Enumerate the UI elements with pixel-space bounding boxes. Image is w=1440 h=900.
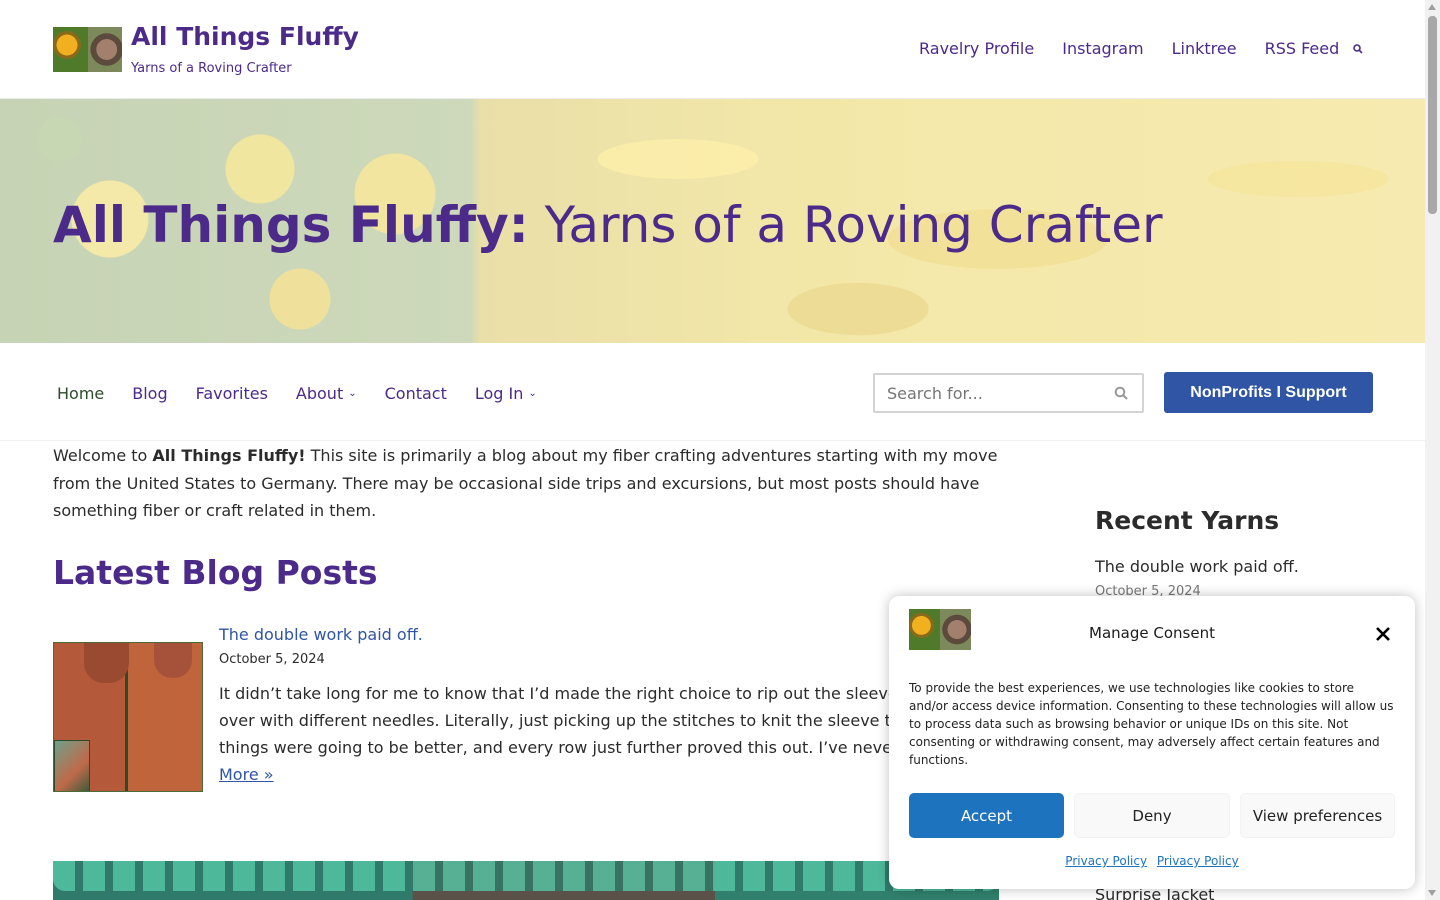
consent-links: Privacy Policy Privacy Policy: [889, 854, 1415, 868]
scroll-down-arrow-icon[interactable]: [1428, 890, 1436, 896]
nav-blog[interactable]: Blog: [132, 384, 167, 403]
nav-log-in[interactable]: Log In ⌄: [475, 384, 537, 403]
post-title-link[interactable]: The double work paid off.: [219, 625, 423, 644]
nav-contact[interactable]: Contact: [385, 384, 447, 403]
site-title[interactable]: All Things Fluffy: [131, 22, 359, 51]
nav-linktree[interactable]: Linktree: [1172, 39, 1237, 58]
site-logo[interactable]: [53, 27, 122, 72]
site-tagline: Yarns of a Roving Crafter: [131, 61, 292, 76]
deny-button[interactable]: Deny: [1074, 793, 1230, 838]
nav-about-label: About: [295, 384, 344, 403]
site-search: [873, 373, 1144, 413]
chevron-down-icon[interactable]: ⌄: [348, 388, 356, 399]
accept-button[interactable]: Accept: [909, 793, 1064, 838]
post-date: October 5, 2024: [219, 652, 325, 667]
nonprofits-button[interactable]: NonProfits I Support: [1164, 372, 1373, 413]
hero-title: All Things Fluffy: Yarns of a Roving Cra…: [53, 196, 1163, 254]
post-featured-image[interactable]: [53, 861, 999, 900]
scrollbar-thumb[interactable]: [1428, 16, 1437, 214]
view-preferences-button[interactable]: View preferences: [1240, 793, 1395, 838]
privacy-policy-link[interactable]: Privacy Policy: [1157, 854, 1239, 868]
top-nav: Ravelry Profile Instagram Linktree RSS F…: [919, 39, 1367, 58]
privacy-policy-link[interactable]: Privacy Policy: [1065, 854, 1147, 868]
hero-banner: All Things Fluffy: Yarns of a Roving Cra…: [0, 99, 1425, 343]
nav-blog-label: Blog: [132, 384, 168, 403]
nav-log-in-label: Log In: [474, 384, 524, 403]
nav-contact-label: Contact: [384, 384, 447, 403]
read-more-link[interactable]: More »: [219, 765, 274, 784]
nav-instagram[interactable]: Instagram: [1062, 39, 1143, 58]
main-nav: Home Blog Favorites About ⌄ Contact Log I…: [57, 384, 565, 403]
scroll-up-arrow-icon[interactable]: [1428, 4, 1436, 10]
post-thumbnail[interactable]: [53, 642, 203, 792]
consent-dialog: Manage Consent To provide the best exper…: [889, 596, 1415, 889]
intro-paragraph: Welcome to All Things Fluffy! This site …: [53, 446, 998, 520]
nav-rss-feed[interactable]: RSS Feed: [1265, 39, 1340, 58]
search-icon[interactable]: [1352, 43, 1364, 55]
nav-ravelry-profile[interactable]: Ravelry Profile: [919, 39, 1034, 58]
search-icon[interactable]: [1114, 386, 1128, 400]
search-input[interactable]: [875, 375, 1095, 411]
page-scrollbar[interactable]: [1425, 0, 1440, 900]
nav-favorites[interactable]: Favorites: [196, 384, 268, 403]
nav-favorites-label: Favorites: [195, 384, 268, 403]
consent-text: To provide the best experiences, we use …: [909, 681, 1394, 767]
consent-title: Manage Consent: [1089, 624, 1215, 642]
nav-home-label: Home: [57, 384, 105, 403]
latest-posts-heading: Latest Blog Posts: [53, 553, 378, 592]
nav-about[interactable]: About ⌄: [296, 384, 357, 403]
post-excerpt: It didn’t take long for me to know that …: [219, 684, 976, 784]
sidebar-post-link[interactable]: The double work paid off.: [1095, 557, 1299, 576]
chevron-down-icon[interactable]: ⌄: [528, 388, 536, 399]
sidebar-heading: Recent Yarns: [1095, 506, 1280, 535]
nav-home[interactable]: Home: [57, 384, 104, 403]
close-icon[interactable]: [1374, 625, 1392, 643]
site-header: All Things Fluffy Yarns of a Roving Craf…: [0, 0, 1425, 99]
